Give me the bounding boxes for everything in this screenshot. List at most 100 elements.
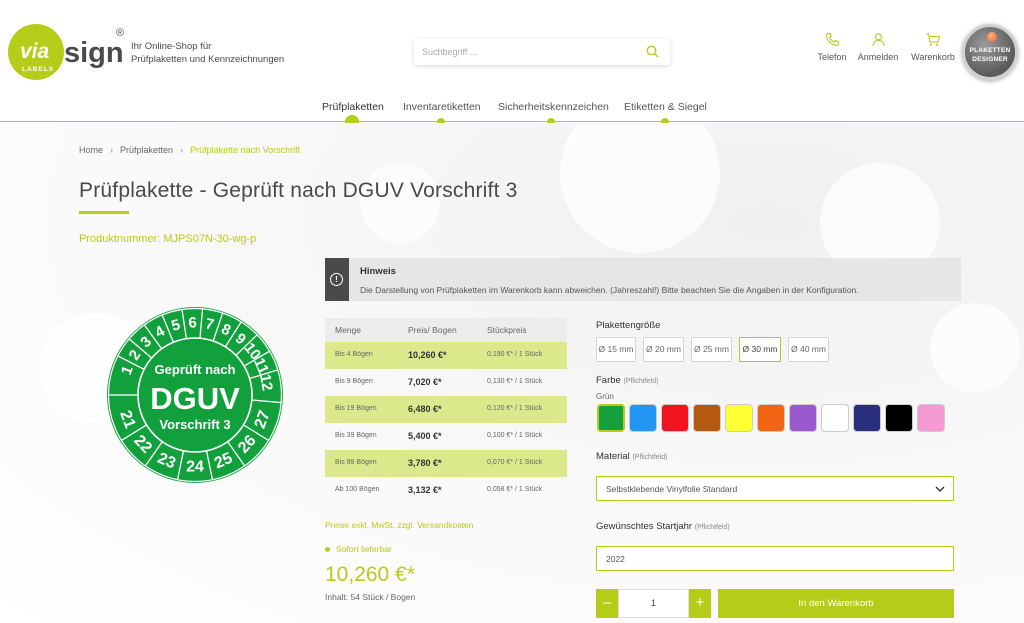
price-row-unit: 0,058 €* / 1 Stück <box>487 486 543 493</box>
selected-color-name: Grün <box>596 392 614 401</box>
price-row-unit: 0,130 €* / 1 Stück <box>487 378 543 385</box>
start-year-required-hint: (Pflichtfeld) <box>694 524 730 531</box>
breadcrumb-separator: › <box>180 145 184 155</box>
cart-link[interactable]: Warenkorb <box>909 32 957 62</box>
start-year-label: Gewünschtes Startjahr (Pflichtfeld) <box>596 521 730 532</box>
search-box <box>414 39 670 65</box>
header-menge: Menge <box>335 325 361 335</box>
quantity-input[interactable]: 1 <box>618 589 689 618</box>
color-label: Farbe (Pflichtfeld) <box>596 375 658 386</box>
designer-label: PLAKETTEN DESIGNER <box>965 46 1015 64</box>
color-required-hint: (Pflichtfeld) <box>623 378 659 385</box>
availability-text: Sofort lieferbar <box>336 544 392 554</box>
logo-registered: ® <box>116 27 124 39</box>
badge-text-line-3: Vorschrift 3 <box>159 417 230 432</box>
product-price: 10,260 €* <box>325 563 415 586</box>
bokeh-decoration <box>360 163 440 243</box>
quantity-increase-button[interactable]: + <box>689 589 711 618</box>
search-icon[interactable] <box>646 45 659 58</box>
material-select-value: Selbstklebende Vinylfolie Standard <box>606 484 738 494</box>
designer-label-line-2: DESIGNER <box>972 56 1008 63</box>
nav-etiketten-siegel[interactable]: Etiketten & Siegel <box>624 101 707 113</box>
price-row-price: 6,480 €* <box>408 404 442 414</box>
price-row-price: 7,020 €* <box>408 377 442 387</box>
size-option-40[interactable]: Ø 40 mm <box>788 337 829 362</box>
size-option-25[interactable]: Ø 25 mm <box>691 337 732 362</box>
search-input[interactable] <box>414 39 634 65</box>
nav-sicherheitskennzeichen[interactable]: Sicherheitskennzeichen <box>498 101 609 113</box>
color-swatch[interactable] <box>853 404 881 432</box>
price-row: Bis 4 Bögen 10,260 €* 0,190 €* / 1 Stück <box>325 342 567 369</box>
cart-label: Warenkorb <box>911 52 955 62</box>
product-content: Inhalt: 54 Stück / Bogen <box>325 592 416 602</box>
material-label-text: Material <box>596 451 630 462</box>
badge-text-line-1: Geprüft nach <box>155 362 236 377</box>
breadcrumb-pruefplaketten[interactable]: Prüfplaketten <box>120 145 173 155</box>
price-row: Bis 39 Bögen 5,400 €* 0,100 €* / 1 Stück <box>325 423 567 450</box>
color-swatch[interactable] <box>725 404 753 432</box>
logo-via: via <box>20 40 50 63</box>
badge-year-label: 24 <box>186 459 204 476</box>
breadcrumb: Home › Prüfplaketten › Prüfplakette nach Vor… <box>79 145 300 155</box>
nav-pruefplaketten[interactable]: Prüfplaketten <box>322 101 384 113</box>
availability: Sofort lieferbar <box>325 544 392 554</box>
info-icon: ! <box>330 273 343 286</box>
material-select[interactable]: Selbstklebende Vinylfolie Standard <box>596 476 954 501</box>
color-swatch[interactable] <box>821 404 849 432</box>
chevron-down-icon <box>935 486 945 492</box>
size-option-30[interactable]: Ø 30 mm <box>739 337 781 362</box>
logo-sign: sign <box>64 37 124 69</box>
designer-label-line-1: PLAKETTEN <box>969 47 1011 54</box>
title-underline <box>79 211 129 214</box>
hint-icon-bar: ! <box>325 258 349 301</box>
price-row-unit: 0,070 €* / 1 Stück <box>487 459 543 466</box>
phone-icon <box>825 32 839 46</box>
price-table-header: Menge Preis/ Bogen Stückpreis <box>325 318 567 342</box>
price-row-qty: Bis 4 Bögen <box>335 351 373 358</box>
price-row-qty: Bis 99 Bögen <box>335 459 377 466</box>
color-swatch[interactable] <box>693 404 721 432</box>
color-swatch[interactable] <box>789 404 817 432</box>
price-row-price: 10,260 €* <box>408 350 447 360</box>
price-note: Preise exkl. MwSt. zzgl. Versandkosten <box>325 520 474 530</box>
header-stueckpreis: Stückpreis <box>487 325 527 335</box>
color-swatch[interactable] <box>885 404 913 432</box>
tagline: Ihr Online-Shop für Prüfplaketten und Ke… <box>131 40 284 66</box>
start-year-value: 2022 <box>606 554 625 564</box>
availability-dot-icon <box>325 547 330 553</box>
color-swatch[interactable] <box>917 404 945 432</box>
phone-label: Telefon <box>817 52 847 62</box>
phone-link[interactable]: Telefon <box>814 32 850 62</box>
size-option-20[interactable]: Ø 20 mm <box>643 337 684 362</box>
plaketten-designer-button[interactable]: PLAKETTEN DESIGNER <box>962 24 1018 80</box>
badge-text-line-2: DGUV <box>150 381 240 416</box>
breadcrumb-separator: › <box>110 145 114 155</box>
quantity-decrease-button[interactable]: – <box>596 589 618 618</box>
breadcrumb-current: Prüfplakette nach Vorschrift <box>190 145 301 155</box>
price-row: Ab 100 Bögen 3,132 €* 0,058 €* / 1 Stück <box>325 477 567 504</box>
color-swatch[interactable] <box>597 404 625 432</box>
price-row: Bis 19 Bögen 6,480 €* 0,120 €* / 1 Stück <box>325 396 567 423</box>
hint-heading: Hinweis <box>360 266 396 277</box>
size-option-15[interactable]: Ø 15 mm <box>596 337 636 362</box>
add-to-cart-button[interactable]: In den Warenkorb <box>718 589 954 618</box>
product-image-badge: 1234 5 6 7 89101112212223 24 252627 Geprüft na… <box>107 307 283 483</box>
header-preis-bogen: Preis/ Bogen <box>408 325 457 335</box>
color-swatch[interactable] <box>757 404 785 432</box>
price-row-price: 5,400 €* <box>408 431 442 441</box>
color-swatch[interactable] <box>661 404 689 432</box>
viasign-logo[interactable]: via LABELS sign ® <box>8 22 126 82</box>
login-link[interactable]: Anmelden <box>856 32 900 62</box>
logo-labels: LABELS <box>22 66 54 73</box>
badge-month-label: 6 <box>188 314 197 331</box>
size-label: Plakettengröße <box>596 320 661 331</box>
start-year-input[interactable]: 2022 <box>596 546 954 571</box>
price-row: Bis 9 Bögen 7,020 €* 0,130 €* / 1 Stück <box>325 369 567 396</box>
designer-drop-icon <box>987 32 997 42</box>
nav-inventaretiketten[interactable]: Inventaretiketten <box>403 101 481 113</box>
material-required-hint: (Pflichtfeld) <box>632 454 668 461</box>
color-swatch[interactable] <box>629 404 657 432</box>
hint-box: ! Hinweis Die Darstellung von Prüfplaket… <box>325 258 961 301</box>
price-row-price: 3,132 €* <box>408 485 442 495</box>
breadcrumb-home[interactable]: Home <box>79 145 103 155</box>
